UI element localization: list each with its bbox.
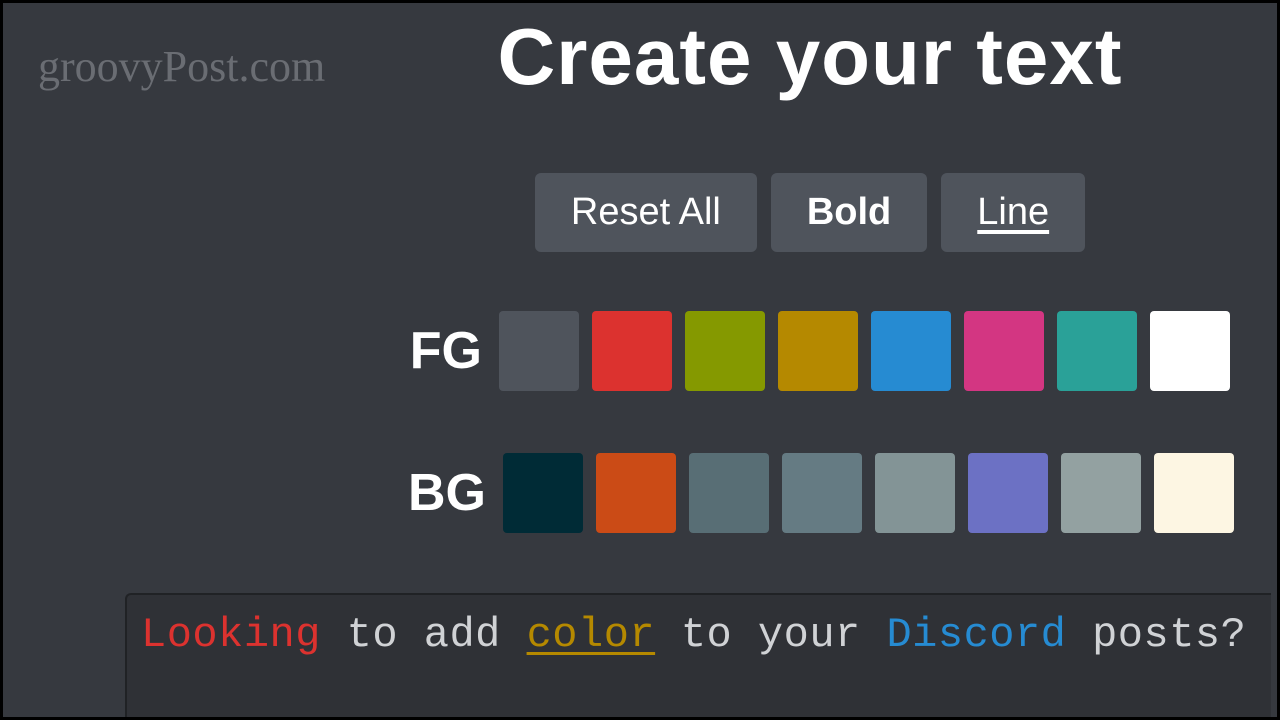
editor-span: color: [527, 611, 656, 659]
bold-button[interactable]: Bold: [771, 173, 927, 252]
editor-span: posts?: [1066, 611, 1246, 659]
bg-swatch-orange[interactable]: [596, 453, 676, 533]
fg-row: FG: [3, 311, 1277, 391]
bg-swatch-slate2[interactable]: [782, 453, 862, 533]
fg-swatch-blue[interactable]: [871, 311, 951, 391]
reset-all-button[interactable]: Reset All: [535, 173, 757, 252]
editor-span: to add: [321, 611, 527, 659]
toolbar: Reset All Bold Line: [3, 173, 1277, 252]
fg-swatch-white[interactable]: [1150, 311, 1230, 391]
bg-swatch-cream[interactable]: [1154, 453, 1234, 533]
bg-label: BG: [408, 463, 486, 523]
bg-row: BG: [3, 453, 1277, 533]
bg-swatch-slate3[interactable]: [875, 453, 955, 533]
editor-span: Looking: [141, 611, 321, 659]
bg-swatch-slate4[interactable]: [1061, 453, 1141, 533]
fg-swatch-teal[interactable]: [1057, 311, 1137, 391]
page-title: Create your text: [3, 11, 1277, 103]
fg-swatch-red[interactable]: [592, 311, 672, 391]
bg-swatch-slate1[interactable]: [689, 453, 769, 533]
bg-swatch-darkteal[interactable]: [503, 453, 583, 533]
line-button[interactable]: Line: [941, 173, 1085, 252]
editor-span: Discord: [886, 611, 1066, 659]
fg-swatch-green[interactable]: [685, 311, 765, 391]
fg-swatch-gray[interactable]: [499, 311, 579, 391]
fg-swatch-yellow[interactable]: [778, 311, 858, 391]
text-editor[interactable]: Looking to add color to your Discord pos…: [125, 593, 1271, 717]
bg-swatch-violet[interactable]: [968, 453, 1048, 533]
editor-span: to your: [655, 611, 886, 659]
fg-swatch-pink[interactable]: [964, 311, 1044, 391]
fg-label: FG: [408, 321, 482, 381]
